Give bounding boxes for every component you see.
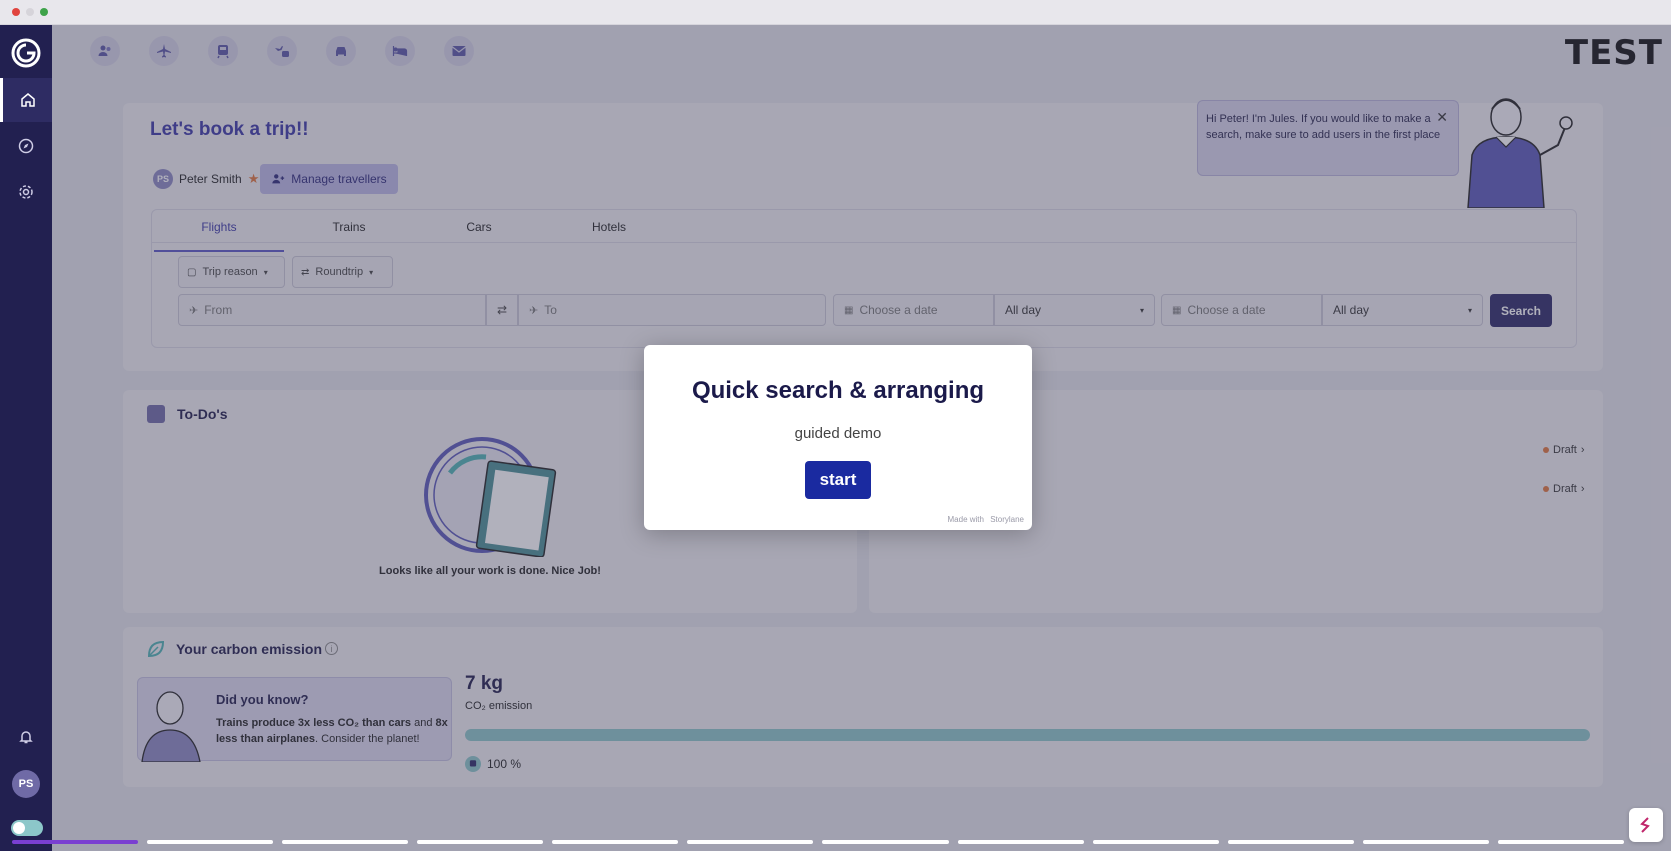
start-button[interactable]: start [805,461,871,499]
modal-subtitle: guided demo [794,425,882,442]
demo-step-segment[interactable] [552,840,679,844]
home-icon [20,93,35,107]
demo-step-segment[interactable] [957,840,1084,844]
user-avatar[interactable]: PS [12,770,40,798]
sidebar-item-notifications[interactable] [0,715,52,759]
demo-step-segment[interactable] [1092,840,1219,844]
bell-icon [19,731,33,744]
demo-step-segment[interactable] [417,840,544,844]
storylane-icon [1640,817,1650,833]
sidebar-item-home[interactable] [0,78,52,122]
theme-toggle[interactable] [11,820,43,836]
minimize-window-button[interactable] [26,8,34,16]
demo-step-segment[interactable] [147,840,274,844]
sidebar-item-explore[interactable] [0,124,52,168]
demo-step-segment[interactable] [1227,840,1354,844]
demo-step-segment[interactable] [1497,840,1624,844]
modal-title: Quick search & arranging [691,377,985,404]
app-logo-icon[interactable] [10,37,42,69]
storylane-button[interactable] [1629,808,1663,842]
demo-step-progress [12,840,1624,844]
demo-step-segment[interactable] [822,840,949,844]
demo-step-segment[interactable] [282,840,409,844]
sidebar-item-settings[interactable] [0,170,52,214]
demo-step-segment[interactable] [687,840,814,844]
demo-step-segment[interactable] [12,840,139,844]
close-window-button[interactable] [12,8,20,16]
compass-icon [18,138,34,154]
demo-step-segment[interactable] [1362,840,1489,844]
sidebar: PS [0,25,52,851]
window-titlebar [0,0,1671,25]
gear-icon [19,185,33,199]
guided-demo-modal: Quick search & arranging guided demo sta… [644,345,1032,530]
made-with-storylane[interactable]: Made with Storylane [948,515,1024,524]
maximize-window-button[interactable] [40,8,48,16]
